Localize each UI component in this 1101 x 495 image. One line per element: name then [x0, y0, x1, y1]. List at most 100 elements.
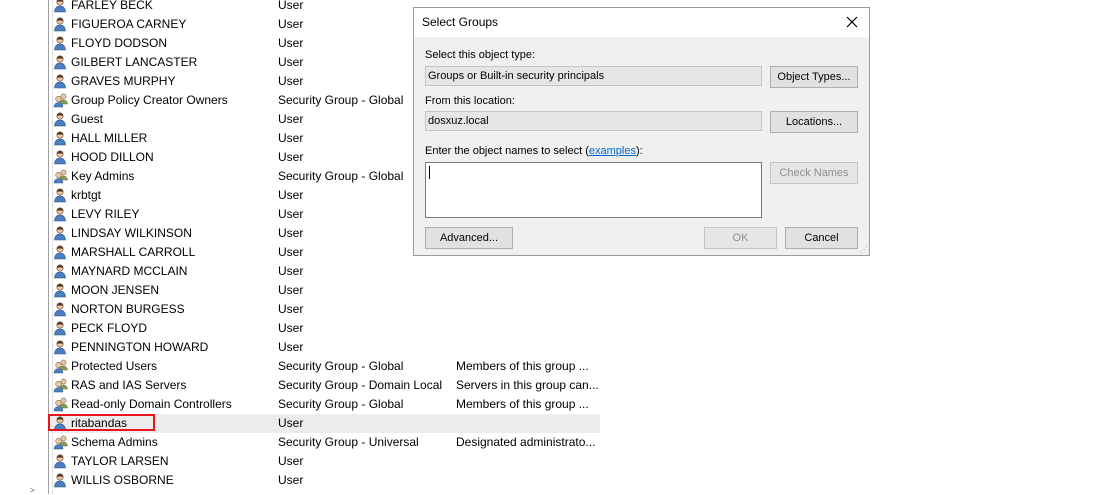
- group-icon: [53, 378, 69, 393]
- examples-link[interactable]: examples: [589, 145, 636, 157]
- list-item-type: User: [278, 245, 304, 259]
- list-item-name: krbtgt: [71, 188, 102, 202]
- group-icon: [53, 435, 69, 450]
- list-item-name: PENNINGTON HOWARD: [71, 340, 209, 354]
- location-field: dosxuz.local: [425, 111, 762, 131]
- list-item[interactable]: Protected Users Security Group - Global Me…: [50, 357, 600, 376]
- list-item-name: TAYLOR LARSEN: [71, 454, 169, 468]
- list-item-type: User: [278, 340, 304, 354]
- list-item-name: FIGUEROA CARNEY: [71, 17, 187, 31]
- group-icon: [53, 93, 69, 108]
- list-item-name: MAYNARD MCCLAIN: [71, 264, 188, 278]
- list-item-type: User: [278, 55, 304, 69]
- list-item-type: User: [278, 302, 304, 316]
- dialog-titlebar: Select Groups: [414, 8, 869, 37]
- list-item[interactable]: Read-only Domain Controllers Security Gro…: [50, 395, 600, 414]
- list-item-type: User: [278, 131, 304, 145]
- list-item-type: Security Group - Domain Local: [278, 378, 443, 392]
- user-icon: [53, 0, 69, 13]
- user-icon: [53, 245, 69, 260]
- list-item-name: FLOYD DODSON: [71, 36, 168, 50]
- list-item-type: Security Group - Global: [278, 169, 404, 183]
- locations-button[interactable]: Locations...: [770, 111, 858, 133]
- list-item-type: User: [278, 207, 304, 221]
- list-item[interactable]: PENNINGTON HOWARD User: [50, 338, 600, 357]
- user-icon: [53, 226, 69, 241]
- list-item-type: Security Group - Global: [278, 93, 404, 107]
- list-item-name: MARSHALL CARROLL: [71, 245, 196, 259]
- list-item-type: User: [278, 0, 304, 12]
- object-types-button[interactable]: Object Types...: [770, 66, 858, 88]
- list-item-type: User: [278, 283, 304, 297]
- select-groups-dialog: Select Groups Select this object type: G…: [413, 7, 870, 256]
- user-icon: [53, 283, 69, 298]
- list-item-description: Members of this group ...: [456, 397, 589, 411]
- list-item-name: HOOD DILLON: [71, 150, 154, 164]
- location-label: From this location:: [425, 95, 515, 107]
- group-icon: [53, 169, 69, 184]
- list-item-type: User: [278, 416, 304, 430]
- user-icon: [53, 473, 69, 488]
- selection-highlight-box: [48, 414, 155, 431]
- list-item-type: User: [278, 188, 304, 202]
- list-item-type: User: [278, 112, 304, 126]
- list-item[interactable]: TAYLOR LARSEN User: [50, 452, 600, 471]
- user-icon: [53, 207, 69, 222]
- list-item-type: User: [278, 264, 304, 278]
- user-icon: [53, 264, 69, 279]
- object-names-input[interactable]: [425, 162, 762, 218]
- list-item-name: MOON JENSEN: [71, 283, 160, 297]
- group-icon: [53, 359, 69, 374]
- close-button[interactable]: [841, 11, 863, 33]
- list-item[interactable]: MAYNARD MCCLAIN User: [50, 262, 600, 281]
- list-item-type: User: [278, 454, 304, 468]
- list-item-name: LINDSAY WILKINSON: [71, 226, 192, 240]
- list-item-type: Security Group - Global: [278, 397, 404, 411]
- check-names-button[interactable]: Check Names: [770, 162, 858, 184]
- list-item-type: Security Group - Universal: [278, 435, 419, 449]
- list-item-name: WILLIS OSBORNE: [71, 473, 174, 487]
- list-item[interactable]: ritabandas User: [48, 414, 600, 433]
- user-icon: [53, 74, 69, 89]
- object-names-label: Enter the object names to select (exampl…: [425, 145, 643, 157]
- group-icon: [53, 397, 69, 412]
- user-icon: [53, 188, 69, 203]
- list-item-type: User: [278, 321, 304, 335]
- list-item-type: Security Group - Global: [278, 359, 404, 373]
- user-icon: [53, 321, 69, 336]
- list-item-name: LEVY RILEY: [71, 207, 140, 221]
- user-icon: [53, 36, 69, 51]
- list-item-name: Schema Admins: [71, 435, 158, 449]
- list-item-name: RAS and IAS Servers: [71, 378, 187, 392]
- list-item[interactable]: NORTON BURGESS User: [50, 300, 600, 319]
- user-icon: [53, 112, 69, 127]
- object-names-label-suffix: ):: [635, 145, 643, 157]
- user-icon: [53, 340, 69, 355]
- user-icon: [53, 17, 69, 32]
- ok-button[interactable]: OK: [704, 227, 777, 249]
- user-icon: [53, 150, 69, 165]
- list-item[interactable]: RAS and IAS Servers Security Group - Doma…: [50, 376, 600, 395]
- list-item-type: User: [278, 36, 304, 50]
- dialog-title: Select Groups: [422, 15, 499, 29]
- cancel-button[interactable]: Cancel: [785, 227, 858, 249]
- list-item-type: User: [278, 17, 304, 31]
- list-item[interactable]: Schema Admins Security Group - Universal D…: [50, 433, 600, 452]
- text-caret: [429, 166, 430, 179]
- object-names-label-prefix: Enter the object names to select (: [425, 145, 589, 157]
- list-item-name: GRAVES MURPHY: [71, 74, 176, 88]
- list-item[interactable]: PECK FLOYD User: [50, 319, 600, 338]
- object-type-field: Groups or Built-in security principals: [425, 66, 762, 86]
- list-item-name: PECK FLOYD: [71, 321, 148, 335]
- list-item-description: Members of this group ...: [456, 359, 589, 373]
- list-item-name: Group Policy Creator Owners: [71, 93, 228, 107]
- list-item[interactable]: MOON JENSEN User: [50, 281, 600, 300]
- list-item-type: User: [278, 473, 304, 487]
- resize-grip-icon[interactable]: ⋰: [860, 246, 868, 254]
- list-item[interactable]: WILLIS OSBORNE User: [50, 471, 600, 490]
- object-type-label: Select this object type:: [425, 49, 536, 61]
- list-item-name: Guest: [71, 112, 104, 126]
- list-item-description: Designated administrato...: [456, 435, 596, 449]
- list-item-name: NORTON BURGESS: [71, 302, 185, 316]
- advanced-button[interactable]: Advanced...: [425, 227, 513, 249]
